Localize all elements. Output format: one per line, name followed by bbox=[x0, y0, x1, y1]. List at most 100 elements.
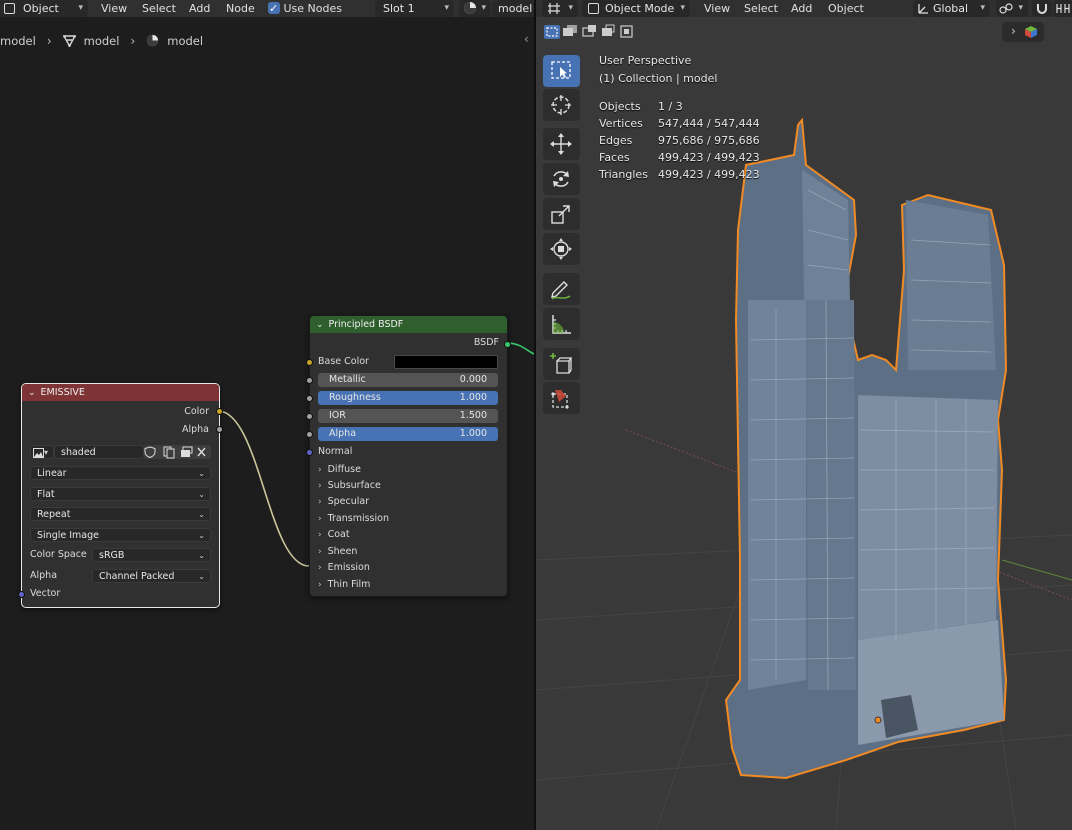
input-metallic-socket[interactable] bbox=[306, 377, 313, 384]
panel-specular[interactable]: › Specular bbox=[318, 496, 369, 507]
panel-subsurface[interactable]: › Subsurface bbox=[318, 480, 381, 491]
principled-bsdf-node[interactable]: ⌄ Principled BSDF BSDF Base Color Metalli… bbox=[306, 315, 511, 597]
panel-sheen[interactable]: › Sheen bbox=[318, 546, 357, 557]
tool-scale-cage[interactable] bbox=[543, 382, 580, 414]
chevron-down-icon: ⌄ bbox=[198, 572, 205, 581]
panel-coat[interactable]: › Coat bbox=[318, 529, 350, 540]
panel-emission[interactable]: › Emission bbox=[318, 562, 370, 573]
output-alpha-socket[interactable] bbox=[216, 426, 223, 433]
open-image-icon[interactable] bbox=[178, 445, 195, 459]
tool-annotate[interactable] bbox=[543, 273, 580, 305]
fake-user-shield-icon[interactable] bbox=[144, 445, 161, 459]
input-ior-socket[interactable] bbox=[306, 413, 313, 420]
image-name-field[interactable]: shaded bbox=[54, 445, 144, 459]
input-normal-socket[interactable] bbox=[306, 449, 313, 456]
chevron-right-icon: › bbox=[318, 530, 322, 540]
unlink-image-close-icon[interactable] bbox=[195, 445, 211, 459]
color-space-dropdown[interactable]: sRGB ⌄ bbox=[92, 548, 211, 562]
scale-icon bbox=[551, 205, 570, 224]
normal-label: Normal bbox=[318, 446, 353, 457]
pivot-point-dropdown[interactable]: ▾ bbox=[996, 0, 1028, 17]
chevron-right-icon: › bbox=[318, 481, 322, 491]
extension-dropdown[interactable]: Repeat ⌄ bbox=[30, 507, 211, 521]
tool-select-box[interactable] bbox=[543, 55, 580, 87]
gizmo-cube-icon bbox=[1025, 26, 1037, 38]
ior-slider[interactable]: IOR 1.500 bbox=[318, 409, 498, 423]
link-color-to-emission bbox=[217, 410, 310, 567]
magnet-icon bbox=[1037, 4, 1047, 14]
mode-dropdown[interactable]: Object Mode ▾ bbox=[582, 0, 690, 17]
panel-transmission[interactable]: › Transmission bbox=[318, 513, 389, 524]
stat-value: 499,423 / 499,423 bbox=[658, 168, 760, 181]
tool-transform[interactable] bbox=[543, 233, 580, 265]
chevron-down-icon: ⌄ bbox=[198, 469, 205, 478]
snap-options-button[interactable] bbox=[1053, 0, 1072, 17]
menu-view[interactable]: View bbox=[704, 0, 730, 17]
menu-object[interactable]: Object bbox=[828, 0, 864, 17]
collapse-chevron-icon[interactable]: ⌄ bbox=[316, 320, 324, 330]
editor-type-dropdown[interactable]: ▾ bbox=[542, 0, 578, 17]
interpolation-dropdown[interactable]: Linear ⌄ bbox=[30, 466, 211, 480]
object-mode-icon bbox=[588, 2, 599, 14]
stat-value: 499,423 / 499,423 bbox=[658, 151, 760, 164]
transform-orientation-dropdown[interactable]: Global ▾ bbox=[913, 0, 990, 17]
source-dropdown[interactable]: Single Image ⌄ bbox=[30, 528, 211, 542]
node-header[interactable]: ⌄ EMISSIVE bbox=[22, 384, 219, 401]
output-bsdf-socket[interactable] bbox=[504, 341, 511, 348]
stat-label: Triangles bbox=[599, 168, 648, 181]
pivot-link-icon bbox=[999, 3, 1013, 14]
node-editor[interactable]: Object ▾ View Select Add Node Use Nodes … bbox=[0, 0, 534, 830]
chevron-down-icon: ⌄ bbox=[198, 510, 205, 519]
tool-add-cube[interactable] bbox=[543, 348, 580, 380]
output-color-label: Color bbox=[184, 406, 209, 417]
input-roughness-socket[interactable] bbox=[306, 395, 313, 402]
snap-toggle[interactable] bbox=[1032, 0, 1052, 17]
alpha-mode-label: Alpha bbox=[30, 570, 58, 581]
image-browse-button[interactable]: ▾ bbox=[30, 445, 54, 459]
image-texture-node[interactable]: ⌄ EMISSIVE Color Alpha ▾ shaded Linear ⌄ F… bbox=[18, 383, 223, 608]
tool-cursor[interactable] bbox=[543, 89, 580, 121]
chevron-right-icon: › bbox=[318, 465, 322, 475]
alpha-mode-dropdown[interactable]: Channel Packed ⌄ bbox=[92, 569, 211, 583]
tool-measure[interactable] bbox=[543, 308, 580, 340]
chevron-down-icon: ⌄ bbox=[198, 551, 205, 560]
chevron-right-icon: › bbox=[318, 514, 322, 524]
metallic-slider[interactable]: Metallic 0.000 bbox=[318, 373, 498, 387]
3d-viewport-icon bbox=[548, 3, 560, 14]
annotate-pencil-icon bbox=[551, 281, 571, 300]
alpha-slider[interactable]: Alpha 1.000 bbox=[318, 427, 498, 441]
stat-label: Faces bbox=[599, 151, 630, 164]
chevron-down-icon: ▾ bbox=[568, 3, 573, 13]
chevron-down-icon: ▾ bbox=[43, 448, 48, 457]
panel-diffuse[interactable]: › Diffuse bbox=[318, 464, 361, 475]
stat-label: Objects bbox=[599, 100, 641, 113]
output-color-socket[interactable] bbox=[216, 408, 223, 415]
input-alpha-socket[interactable] bbox=[306, 431, 313, 438]
input-vector-socket[interactable] bbox=[18, 591, 25, 598]
stat-value: 547,444 / 547,444 bbox=[658, 117, 760, 130]
base-color-swatch[interactable] bbox=[394, 355, 498, 369]
projection-dropdown[interactable]: Flat ⌄ bbox=[30, 487, 211, 501]
tool-scale[interactable] bbox=[543, 198, 580, 230]
collapse-chevron-icon[interactable]: ⌄ bbox=[28, 388, 36, 398]
duplicate-image-icon[interactable] bbox=[161, 445, 178, 459]
link-bsdf-to-output bbox=[506, 342, 534, 355]
chevron-down-icon: ▾ bbox=[680, 3, 685, 13]
node-header[interactable]: ⌄ Principled BSDF bbox=[310, 316, 507, 333]
add-cube-icon bbox=[550, 353, 573, 374]
panel-thin-film[interactable]: › Thin Film bbox=[318, 579, 370, 590]
menu-add[interactable]: Add bbox=[791, 0, 812, 17]
tool-rotate[interactable] bbox=[543, 163, 580, 195]
gizmo-toggle-button[interactable]: › bbox=[1002, 22, 1044, 42]
measure-ruler-icon bbox=[552, 315, 571, 334]
chevron-down-icon: ⌄ bbox=[198, 490, 205, 499]
menu-select[interactable]: Select bbox=[744, 0, 778, 17]
input-base-color-socket[interactable] bbox=[306, 359, 313, 366]
select-mode-buttons[interactable] bbox=[544, 24, 636, 40]
chevron-right-icon: › bbox=[318, 563, 322, 573]
3d-viewport[interactable]: ▾ Object Mode ▾ View Select Add Object G… bbox=[536, 0, 1072, 830]
tool-move[interactable] bbox=[543, 128, 580, 160]
image-icon bbox=[33, 448, 44, 458]
chevron-right-icon: › bbox=[318, 497, 322, 507]
roughness-slider[interactable]: Roughness 1.000 bbox=[318, 391, 498, 405]
